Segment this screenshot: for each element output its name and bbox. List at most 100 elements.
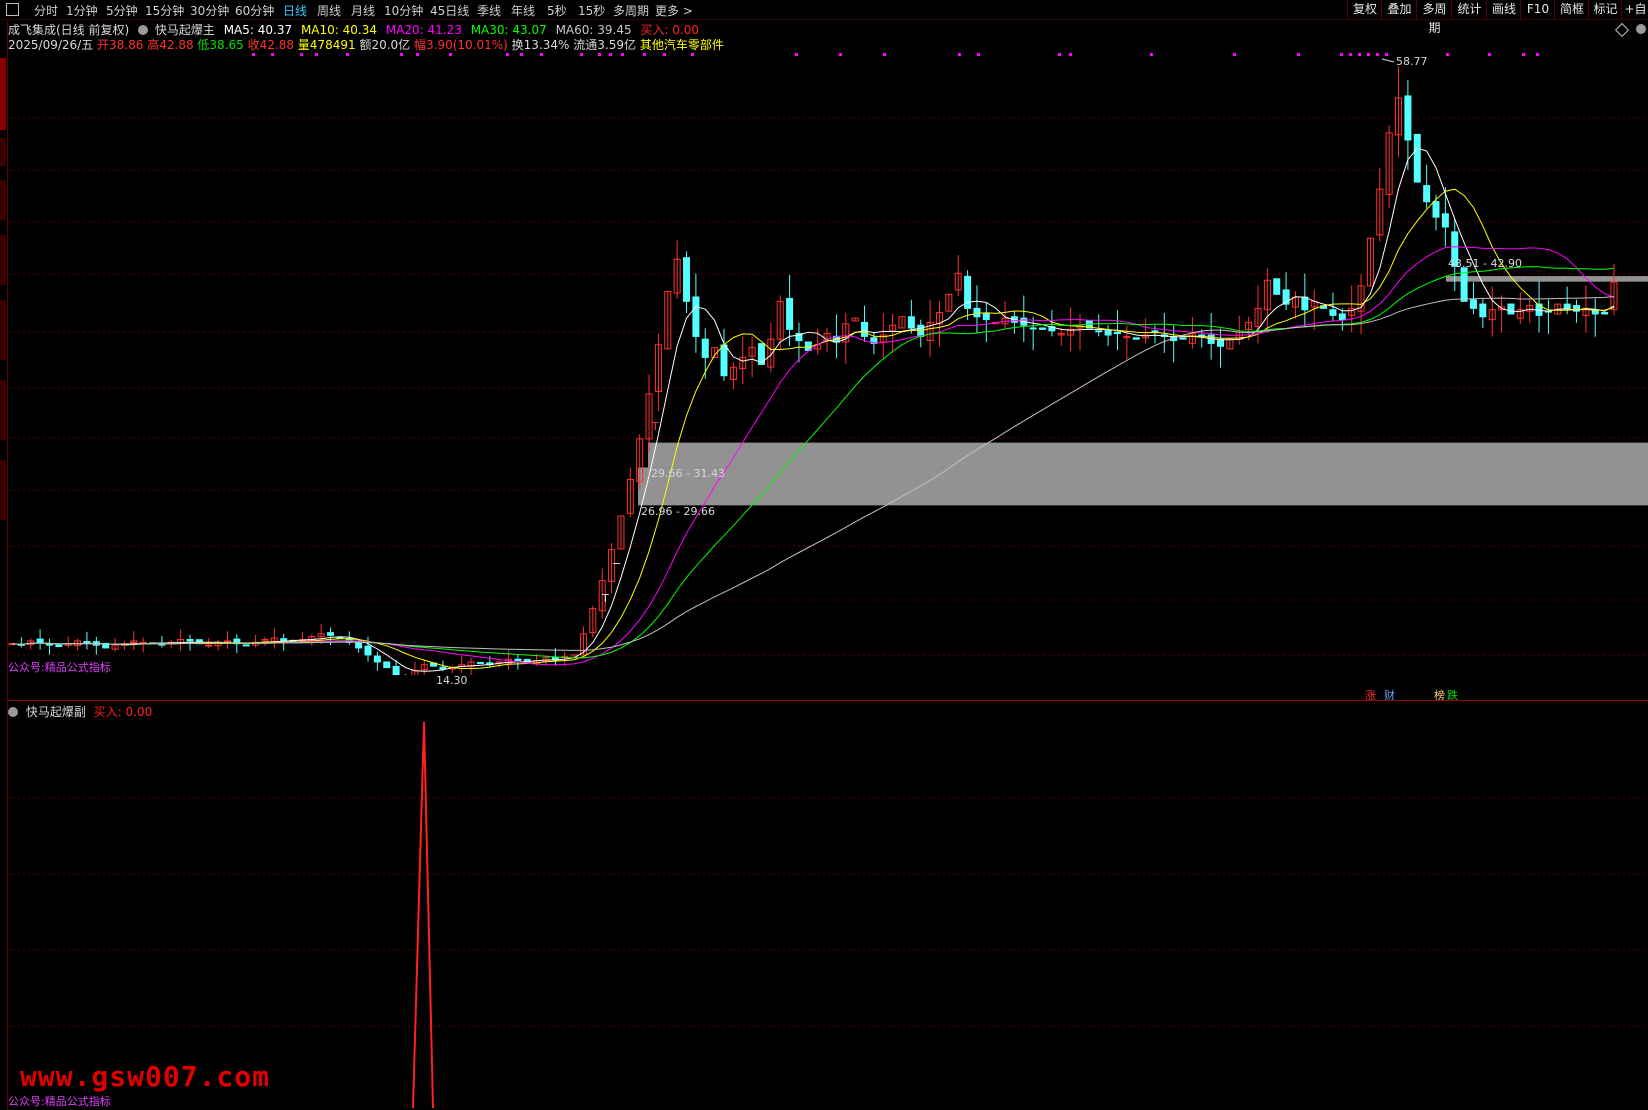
main-indicator-name[interactable]: 快马起爆主 bbox=[155, 23, 215, 37]
candle-body bbox=[1095, 330, 1103, 333]
candle-body bbox=[1404, 95, 1412, 141]
toolbar-button[interactable]: 多周期 bbox=[1416, 0, 1452, 35]
signal-dot bbox=[1150, 53, 1153, 56]
candle-body bbox=[205, 644, 213, 647]
period-tab[interactable]: 更多 > bbox=[655, 2, 693, 19]
signal-dot bbox=[1536, 53, 1539, 56]
scroll-indicator-icon[interactable] bbox=[1636, 24, 1646, 34]
t-marker-1: T bbox=[602, 592, 609, 605]
candle-body bbox=[476, 662, 484, 665]
period-tab[interactable]: 季线 bbox=[477, 2, 501, 19]
toolbar-button[interactable]: +自 bbox=[1621, 0, 1648, 19]
high-price-label: 58.77 bbox=[1396, 55, 1428, 68]
period-tab[interactable]: 分时 bbox=[34, 2, 58, 19]
period-tab[interactable]: 多周期 bbox=[613, 2, 649, 19]
low-price-label: 14.30 bbox=[436, 674, 468, 687]
signal-dot bbox=[977, 53, 980, 56]
toolbar-button[interactable]: 简框 bbox=[1554, 0, 1589, 19]
period-tab[interactable]: 15分钟 bbox=[145, 2, 184, 19]
buy-signal-value: 买入: 0.00 bbox=[640, 23, 700, 37]
buy-signal-chart[interactable] bbox=[8, 718, 1648, 1110]
candle-body bbox=[692, 296, 700, 337]
sub-indicator-toggle-icon[interactable] bbox=[8, 707, 18, 717]
candle-body bbox=[1217, 338, 1225, 347]
period-tab[interactable]: 周线 bbox=[317, 2, 341, 19]
signal-dot bbox=[1446, 53, 1449, 56]
signal-dot bbox=[540, 53, 543, 56]
candle-body bbox=[1301, 296, 1309, 311]
zone-low-label: 26.96 - 29.66 bbox=[641, 505, 715, 518]
candle-body bbox=[36, 638, 44, 643]
period-tab[interactable]: 30分钟 bbox=[190, 2, 229, 19]
candlestick-chart[interactable] bbox=[8, 50, 1648, 675]
toolbar-button[interactable]: 复权 bbox=[1347, 0, 1382, 19]
toolbar-menu-icon[interactable] bbox=[6, 3, 19, 16]
ma20-value: MA20: 41.23 bbox=[385, 23, 462, 37]
expand-diamond-icon[interactable] bbox=[1614, 22, 1630, 38]
toolbar-button[interactable]: 叠加 bbox=[1381, 0, 1417, 19]
signal-dot bbox=[1385, 53, 1388, 56]
candle-body bbox=[1441, 213, 1449, 228]
candle-body bbox=[186, 639, 194, 642]
candle-body bbox=[1479, 303, 1487, 318]
toolbar-button[interactable]: 画线 bbox=[1486, 0, 1521, 19]
signal-dot bbox=[691, 53, 694, 56]
signal-dot bbox=[449, 53, 452, 56]
period-tab[interactable]: 60分钟 bbox=[235, 2, 274, 19]
signal-dot bbox=[315, 53, 318, 56]
period-tab[interactable]: 月线 bbox=[351, 2, 375, 19]
period-tab[interactable]: 5分钟 bbox=[106, 2, 138, 19]
indicator-toggle-icon[interactable] bbox=[138, 25, 149, 35]
signal-dot bbox=[609, 53, 612, 56]
buy-signal-spike bbox=[412, 721, 434, 1109]
candle-body bbox=[327, 632, 335, 636]
signal-dot bbox=[1488, 53, 1491, 56]
period-tab[interactable]: 10分钟 bbox=[384, 2, 423, 19]
t-marker-2: T bbox=[652, 420, 659, 433]
toolbar-button[interactable]: 标记 bbox=[1588, 0, 1622, 19]
signal-dot bbox=[1358, 53, 1361, 56]
ma5-line bbox=[11, 147, 1615, 672]
side-tab[interactable] bbox=[0, 235, 6, 285]
signal-dot bbox=[520, 53, 523, 56]
side-tab[interactable] bbox=[0, 460, 6, 520]
side-tab[interactable] bbox=[0, 180, 6, 220]
candle-body bbox=[1469, 299, 1477, 309]
signal-dot bbox=[1349, 53, 1352, 56]
side-tab-active[interactable] bbox=[0, 58, 6, 130]
candle-body bbox=[1329, 309, 1337, 316]
period-tab[interactable]: 年线 bbox=[511, 2, 535, 19]
side-tab[interactable] bbox=[0, 138, 6, 166]
signal-dot bbox=[839, 53, 842, 56]
high-pointer bbox=[1381, 58, 1395, 63]
toolbar-button[interactable]: 统计 bbox=[1451, 0, 1487, 19]
period-tab[interactable]: 日线 bbox=[283, 2, 307, 19]
period-tab[interactable]: 15秒 bbox=[578, 2, 605, 19]
zone-top-label: 43.51 - 42.90 bbox=[1448, 257, 1522, 270]
period-tab[interactable]: 5秒 bbox=[547, 2, 567, 19]
candle-body bbox=[392, 665, 400, 675]
promo-text-main: 公众号:精品公式指标 bbox=[8, 661, 111, 674]
signal-dot bbox=[643, 53, 646, 56]
candle-body bbox=[1563, 303, 1571, 309]
pane-divider[interactable] bbox=[8, 700, 1648, 701]
signal-dot bbox=[1297, 53, 1300, 56]
side-tab[interactable] bbox=[0, 380, 6, 440]
period-tab[interactable]: 1分钟 bbox=[66, 2, 98, 19]
candle-body bbox=[1413, 133, 1421, 183]
candle-body bbox=[786, 297, 794, 330]
toolbar-button[interactable]: F10 bbox=[1520, 0, 1555, 19]
candle-body bbox=[383, 661, 391, 669]
period-toolbar: 分时 1分钟 5分钟 15分钟 30分钟 60分钟 日线 周线 月线 10分钟 45日线 季线 年线 5秒… bbox=[0, 0, 1648, 35]
support-zone bbox=[648, 442, 1648, 468]
ma30-value: MA30: 43.07 bbox=[470, 23, 547, 37]
sub-indicator-name[interactable]: 快马起爆副 bbox=[26, 705, 86, 719]
signal-dot bbox=[663, 53, 666, 56]
period-tab[interactable]: 45日线 bbox=[430, 2, 469, 19]
signal-dot bbox=[506, 53, 509, 56]
ma10-value: MA10: 40.34 bbox=[300, 23, 377, 37]
stock-name: 成飞集成(日线 前复权) bbox=[8, 23, 130, 37]
ma60-value: MA60: 39.45 bbox=[555, 23, 632, 37]
side-tab[interactable] bbox=[0, 300, 6, 360]
candle-body bbox=[83, 641, 91, 644]
